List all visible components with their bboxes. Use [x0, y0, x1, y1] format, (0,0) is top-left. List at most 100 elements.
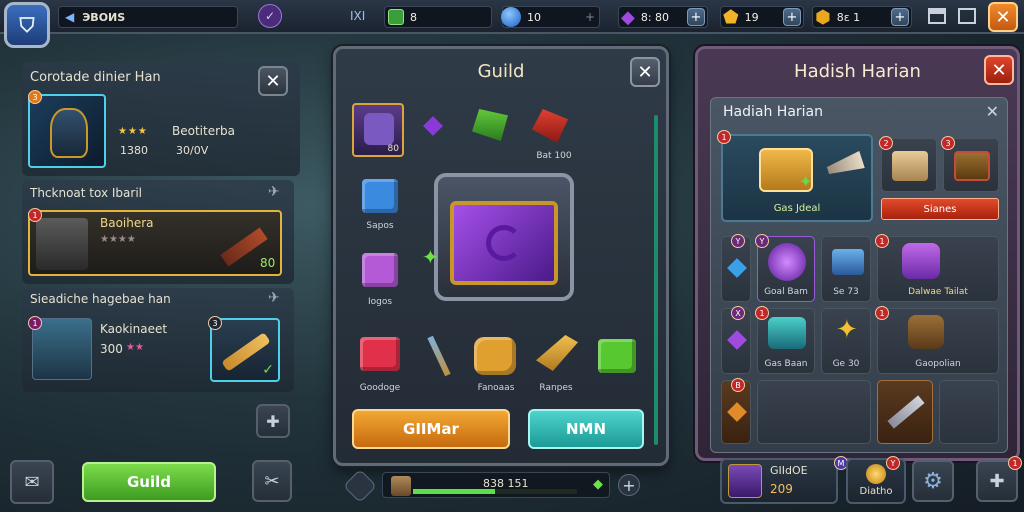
progress-bar: 838 151 ◆: [382, 472, 610, 498]
claim-button[interactable]: Sianes: [881, 198, 999, 220]
treasure-chest-icon[interactable]: ✦: [422, 173, 574, 301]
maximize-icon[interactable]: [958, 8, 976, 24]
gear-icon: ⚙: [923, 468, 943, 494]
row1-slot-2-label: Se 73: [833, 287, 859, 297]
blue-cube-icon: [362, 179, 398, 213]
daily-reward-title: Hadish Harian: [794, 61, 921, 82]
progress-add-button[interactable]: +: [618, 474, 640, 496]
row2-slot-3[interactable]: Gaopolian: [877, 308, 999, 374]
resource-gold[interactable]: ⬟ 19 +: [720, 6, 804, 28]
chat-button[interactable]: ✉: [10, 460, 54, 504]
hero-close-button[interactable]: ✕: [258, 66, 288, 96]
daily-reward-close-button[interactable]: ✕: [984, 55, 1014, 85]
mace-icon: [887, 395, 925, 429]
section1-hero-icon: [36, 218, 88, 270]
profile-name: GIIdOE: [770, 464, 808, 477]
row1-slot-3-badge: 1: [875, 234, 889, 248]
backpack-icon: [908, 315, 944, 349]
guild-button[interactable]: Guild: [82, 462, 216, 502]
resource-blue[interactable]: 10 +: [501, 6, 600, 28]
row2-slot-2[interactable]: ✦ Ge 30: [821, 308, 871, 374]
row3-slot-3[interactable]: [939, 380, 999, 444]
item-label-5: Fanoaas: [477, 383, 515, 393]
resource-purple-value: 8: 80: [640, 10, 670, 24]
player-emblem[interactable]: ⛉: [4, 2, 50, 48]
pin-icon[interactable]: ✈: [268, 184, 280, 200]
blue-crate-icon: [832, 249, 864, 275]
add-gold2-button[interactable]: +: [891, 8, 909, 26]
red-cube-icon: [360, 337, 400, 371]
player-name-bar[interactable]: ◀ ЭBOИS: [58, 6, 238, 28]
purple-cube-icon: [362, 253, 398, 287]
player-name: ЭBOИS: [82, 10, 126, 24]
resource-green-value: 8: [410, 10, 417, 24]
hero-portrait[interactable]: [28, 94, 106, 168]
add-purple-button[interactable]: +: [687, 8, 705, 26]
resource-gold2[interactable]: ⬢ 8ε 1 +: [812, 6, 912, 28]
wand-icon: [427, 335, 451, 377]
green-shard-small-icon: ◆: [593, 477, 603, 492]
featured-reward-label: Gas Jdeal: [773, 203, 821, 214]
row1-slot-1-badge: Y: [755, 234, 769, 248]
red-gem-icon: [532, 109, 568, 143]
pin-icon-2[interactable]: ✈: [268, 290, 280, 306]
section1-badge: 1: [28, 208, 42, 222]
green-gem-icon: [388, 9, 404, 25]
hero-stars: ★★★: [118, 126, 148, 137]
row1-slot-2[interactable]: Se 73: [821, 236, 871, 302]
guild-close-button[interactable]: ✕: [630, 57, 660, 87]
gold-shield-icon: ⬟: [723, 6, 739, 28]
subtitle-close-icon[interactable]: ✕: [986, 102, 999, 121]
purple-bag-icon: [902, 243, 940, 279]
tools-button[interactable]: ✂: [252, 460, 292, 502]
row2-slot-3-badge: 1: [875, 306, 889, 320]
guild-panel: Guild ✕ 80 Bat 100 Sapos Iogos ✦ Goodoge…: [333, 46, 669, 466]
purple-orb-icon: [768, 243, 806, 281]
settings-button[interactable]: ⚙: [912, 460, 954, 502]
section1-title: Thcknoat tox Ibaril: [30, 186, 143, 200]
plus-icon[interactable]: +: [585, 10, 595, 24]
hero-stat1: 1380: [120, 144, 148, 157]
section2-name: Kaokinaeet: [100, 322, 168, 336]
featured-reward-slot[interactable]: ✦ Gas Jdeal: [721, 134, 873, 222]
section1-stars: ★★★★: [100, 234, 136, 245]
row1-slot-3-label: Dalwae Tailat: [908, 287, 968, 297]
extra-badge: Y: [886, 456, 900, 470]
section1-name: Baoihera: [100, 216, 154, 230]
purple-crystal-icon: ◆: [621, 6, 635, 28]
gold-horn-icon: [536, 335, 578, 371]
drill-icon: [825, 151, 865, 179]
extra-label: Diatho: [859, 486, 893, 497]
top-bar: ⛉ ◀ ЭBOИS ✓ IXI 8 10 + ◆ 8: 80 + ⬟ 19 + …: [0, 0, 1024, 48]
green-cube-icon: [598, 339, 636, 373]
resource-green[interactable]: 8: [384, 6, 492, 28]
hero-name: Beotiterba: [172, 124, 235, 138]
resource-purple[interactable]: ◆ 8: 80 +: [618, 6, 708, 28]
green-shard-icon: [472, 109, 508, 141]
row3-slot-2[interactable]: [877, 380, 933, 444]
section2-weapon-slot[interactable]: ✓: [210, 318, 280, 382]
nav-diamond-button[interactable]: [343, 469, 377, 503]
section2-hero-icon[interactable]: [32, 318, 92, 380]
profile-card[interactable]: GIIdOE 209: [720, 458, 838, 504]
guild-portrait-count: 80: [387, 144, 399, 154]
featured-badge: 1: [717, 130, 731, 144]
hero-card: Corotade dinier Han ✕ 3 ★★★ Beotiterba 1…: [22, 62, 300, 176]
left-scroll-button[interactable]: ✚: [256, 404, 290, 438]
guild-primary-button[interactable]: GIIMar: [352, 409, 510, 449]
add-gold-button[interactable]: +: [783, 8, 801, 26]
row1-slot-3[interactable]: Dalwae Tailat: [877, 236, 999, 302]
guild-secondary-button[interactable]: NMN: [528, 409, 644, 449]
section1-card: Thcknoat tox Ibaril ✈ Baoihera ★★★★ 80 1: [22, 180, 294, 284]
hero-stat2: 30/0V: [176, 144, 209, 157]
row1-slot-1-label: Goal Bam: [764, 287, 808, 297]
guild-scrollbar[interactable]: [654, 115, 658, 445]
minimize-icon[interactable]: [928, 8, 946, 24]
row2-side-badge: X: [731, 306, 745, 320]
guild-portrait[interactable]: 80: [352, 103, 404, 157]
purple-check-icon[interactable]: ✓: [258, 4, 282, 28]
row3-slot-1[interactable]: [757, 380, 871, 444]
window-close-button[interactable]: ✕: [988, 2, 1018, 32]
hero-card-title: Corotade dinier Han: [30, 70, 161, 85]
section1-item-card[interactable]: Baoihera ★★★★ 80: [28, 210, 282, 276]
